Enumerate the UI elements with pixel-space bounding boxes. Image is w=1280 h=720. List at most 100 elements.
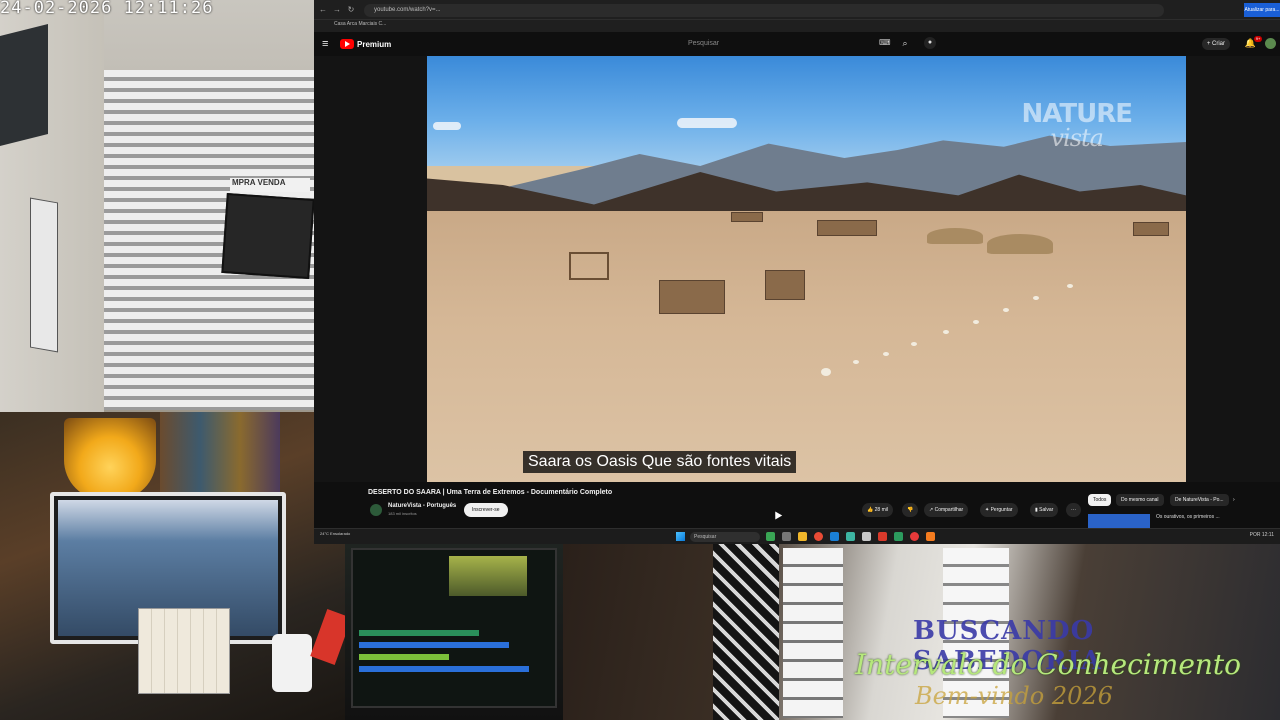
avatar[interactable]	[1265, 38, 1276, 49]
art-panel	[713, 544, 779, 720]
app-icon[interactable]	[894, 532, 903, 541]
mud-hut	[1133, 222, 1169, 236]
chip-all[interactable]: Todos	[1088, 494, 1112, 506]
lamp	[64, 418, 156, 500]
editing-camera-feed	[345, 544, 563, 720]
back-icon[interactable]: ←	[318, 5, 328, 15]
window-grid	[783, 548, 843, 718]
editor-preview	[449, 556, 527, 596]
dark-laptop	[221, 193, 314, 279]
chip-channel[interactable]: De NatureVista - Po...	[1170, 494, 1229, 506]
folder-icon[interactable]	[798, 532, 807, 541]
save-button[interactable]: ▮ Salvar	[1030, 503, 1059, 517]
ask-button[interactable]: ✦ Perguntar	[980, 503, 1018, 517]
subscriber-count: 183 mil inscritos	[388, 511, 417, 516]
desk-calendar	[138, 608, 230, 694]
search-input[interactable]: Pesquisar	[682, 37, 892, 51]
room-camera-feed: BUSCANDO SABEDORIA Intervalo do Conhecim…	[563, 544, 1280, 720]
watermark-line2: vista	[1050, 124, 1104, 152]
bookmark-item[interactable]: Casa Arca Marciais C...	[334, 21, 386, 27]
overlay-tagline: Bem-vindo 2026	[915, 682, 1113, 710]
like-count: 28 mil	[874, 507, 888, 513]
keyboard-icon[interactable]: ⌨	[879, 38, 891, 47]
ask-label: Perguntar	[990, 507, 1013, 513]
camera-timestamp: 24-02-2026 12:11:26	[0, 0, 214, 18]
microphone-icon[interactable]: ●	[924, 37, 936, 49]
windows-taskbar: 24°C Ensolarado Pesquisar POR 12:11	[314, 528, 1280, 544]
timeline-track	[359, 666, 529, 672]
weather-widget[interactable]: 24°C Ensolarado	[320, 531, 350, 536]
thatched-shade	[927, 228, 983, 244]
bottle	[272, 634, 312, 692]
timeline-track	[359, 654, 449, 660]
app-icon[interactable]	[782, 532, 791, 541]
video-title: DESERTO DO SAARA | Uma Terra de Extremos…	[368, 489, 613, 496]
stone	[853, 360, 859, 364]
menu-icon[interactable]: ≡	[322, 38, 328, 50]
profile-badge[interactable]: Atualizar para...	[1244, 3, 1280, 17]
stone	[821, 368, 831, 376]
mud-hut	[731, 212, 763, 222]
channel-name[interactable]: NatureVista - Português	[388, 503, 456, 509]
system-tray[interactable]: POR 12:11	[1250, 532, 1274, 538]
video-player[interactable]: NATURE vista Saara os Oasis Que são font…	[427, 56, 1186, 482]
vlc-icon[interactable]	[926, 532, 935, 541]
timeline-track	[359, 630, 479, 636]
cloud	[677, 118, 737, 128]
stone	[1067, 284, 1073, 288]
youtube-logo[interactable]: Premium	[340, 38, 391, 50]
notification-badge: 9+	[1254, 36, 1262, 42]
stone	[1033, 296, 1039, 300]
recommended-title[interactable]: Os ourativos, os primeiros ...	[1156, 514, 1236, 520]
taskbar-search[interactable]: Pesquisar	[690, 532, 760, 542]
forward-icon[interactable]: →	[332, 5, 342, 15]
browser-window: ← → ↻ youtube.com/watch?v=... Atualizar …	[314, 0, 1280, 544]
theater-right	[1186, 56, 1280, 482]
create-button[interactable]: + Criar	[1201, 38, 1230, 50]
wall-poster	[160, 412, 280, 498]
stone	[973, 320, 979, 324]
youtube-header: ≡ Premium Pesquisar ⌨ ⌕ ● + Criar 🔔 9+	[314, 32, 1280, 56]
street-camera-feed: MPRA VENDA 24-02-2026 12:11:26	[0, 0, 314, 412]
bookmarks-bar: Casa Arca Marciais C...	[314, 20, 1280, 32]
video-caption: Saara os Oasis Que são fontes vitais	[523, 451, 797, 473]
mud-hut	[765, 270, 805, 300]
search-icon[interactable]: ⌕	[898, 36, 912, 50]
stone	[943, 330, 949, 334]
app-icon[interactable]	[766, 532, 775, 541]
red-object	[310, 609, 345, 665]
youtube-play-icon	[340, 39, 354, 49]
editing-monitor	[351, 548, 557, 708]
dislike-button[interactable]: 👎	[902, 503, 919, 517]
overlay-subtitle: Intervalo do Conhecimento	[855, 648, 1242, 681]
stone	[1003, 308, 1009, 312]
share-button[interactable]: ↗ Compartilhar	[924, 503, 969, 517]
theater-left	[314, 56, 427, 482]
edge-icon[interactable]	[830, 532, 839, 541]
windows-start-icon[interactable]	[676, 532, 685, 541]
mud-hut	[817, 220, 877, 236]
studio-camera-feed	[0, 412, 345, 720]
channel-avatar[interactable]	[370, 504, 382, 516]
like-button[interactable]: 👍 28 mil	[862, 503, 893, 517]
subscribe-button[interactable]: Inscrever-se	[464, 503, 508, 517]
chevron-right-icon[interactable]: ›	[1228, 494, 1240, 506]
app-icon[interactable]	[862, 532, 871, 541]
more-button[interactable]: ···	[1066, 503, 1081, 517]
cloud	[433, 122, 461, 130]
reload-icon[interactable]: ↻	[346, 5, 356, 15]
chip-same-channel[interactable]: Do mesmo canal	[1116, 494, 1164, 506]
video-info: DESERTO DO SAARA | Uma Terra de Extremos…	[314, 482, 1280, 528]
channel-watermark: NATURE vista	[1022, 101, 1133, 152]
street-sign: MPRA VENDA	[230, 178, 310, 192]
app-icon[interactable]	[878, 532, 887, 541]
recommended-thumbnail[interactable]	[1088, 514, 1150, 528]
app-icon[interactable]	[910, 532, 919, 541]
address-bar[interactable]: youtube.com/watch?v=...	[364, 4, 1164, 17]
save-label: Salvar	[1039, 507, 1054, 513]
chrome-icon[interactable]	[814, 532, 823, 541]
wooden-frame	[569, 252, 609, 280]
timeline-track	[359, 642, 509, 648]
app-icon[interactable]	[846, 532, 855, 541]
thumbs-up-icon: 👍	[867, 507, 875, 513]
